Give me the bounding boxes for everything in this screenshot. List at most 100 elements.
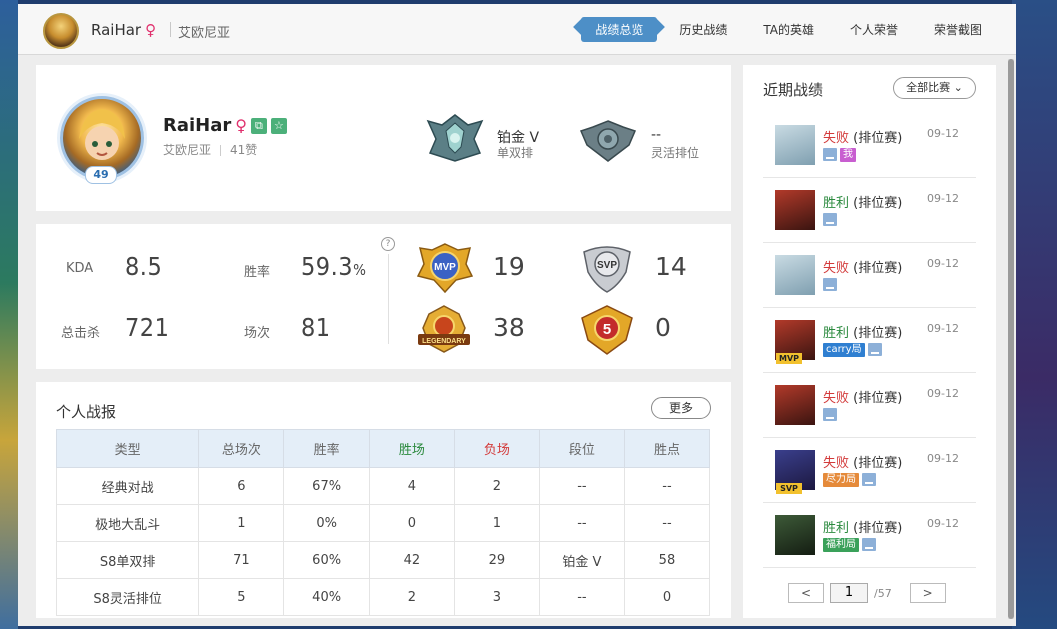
- svp-count: 14: [655, 252, 687, 281]
- match-tag: 福利局: [823, 538, 859, 552]
- report-panel: 个人战报 更多 类型 总场次 胜率 胜场 负场 段位 胜点 经典对战 6 67% 4 2…: [36, 382, 731, 618]
- unranked-icon: [579, 120, 637, 162]
- penta-count: 0: [655, 313, 671, 342]
- svp-badge-text: SVP: [597, 260, 617, 271]
- tab-overview[interactable]: 战绩总览: [581, 17, 658, 42]
- legendary-icon: LEGENDARY: [418, 305, 470, 353]
- table-row: S8单双排 71 60% 42 29 铂金 V 58: [55, 541, 711, 579]
- report-table: 类型 总场次 胜率 胜场 负场 段位 胜点 经典对战 6 67% 4 2 -- -- 极地大…: [55, 429, 711, 616]
- header-summoner-name: RaiHar ♀: [91, 21, 157, 39]
- match-result: 胜利 (排位赛): [823, 322, 902, 341]
- match-tags: 尽力局: [823, 473, 876, 487]
- match-tags: [823, 213, 837, 226]
- match-tags: carry局: [823, 343, 882, 357]
- match-filter-dropdown[interactable]: 全部比赛 ⌄: [893, 77, 976, 99]
- col-type: 类型: [55, 429, 200, 468]
- tab-heroes[interactable]: TA的英雄: [749, 17, 828, 42]
- main-window: RaiHar ♀ 艾欧尼亚 战绩总览 历史战绩 TA的英雄 个人荣誉 荣誉截图 4…: [18, 4, 1016, 626]
- tab-honor-screenshots[interactable]: 荣誉截图: [920, 17, 996, 42]
- result-text: 失败: [823, 131, 850, 146]
- list-item[interactable]: 失败 (排位赛) 09-12 尽力局 SVP: [763, 438, 976, 503]
- list-item[interactable]: 胜利 (排位赛) 09-12 carry局 MVP: [763, 308, 976, 373]
- winrate-value: 59.3%: [301, 252, 367, 281]
- female-icon: ♀: [145, 21, 157, 39]
- divider: [170, 22, 171, 37]
- flex-rank: --: [651, 127, 662, 143]
- result-text: 失败: [823, 391, 850, 406]
- result-text: 失败: [823, 456, 850, 471]
- kda-value: 8.5: [125, 252, 163, 281]
- winrate-label: 胜率: [244, 265, 271, 280]
- image-icon[interactable]: [862, 473, 876, 486]
- list-item[interactable]: 胜利 (排位赛) 09-12: [763, 178, 976, 243]
- list-item[interactable]: 失败 (排位赛) 09-12: [763, 373, 976, 438]
- col-lp: 胜点: [623, 429, 711, 468]
- legendary-badge-text: LEGENDARY: [422, 338, 466, 345]
- penta-badge-text: 5: [603, 321, 611, 338]
- avatar[interactable]: [43, 13, 79, 49]
- image-icon[interactable]: [867, 343, 882, 356]
- stats-panel: KDA 8.5 胜率 59.3% ? 总击杀 721 场次 81 MVP 19 …: [36, 224, 731, 369]
- col-total: 总场次: [198, 429, 285, 468]
- match-result: 失败 (排位赛): [823, 387, 902, 406]
- honor-badge: SVP: [776, 483, 802, 494]
- image-icon[interactable]: [862, 538, 876, 551]
- mode-text: (排位赛): [853, 326, 903, 341]
- match-tags: [823, 278, 837, 291]
- games-label: 场次: [244, 326, 271, 341]
- background-left: [0, 0, 18, 629]
- result-text: 胜利: [823, 196, 850, 211]
- games-value: 81: [301, 313, 331, 342]
- mode-text: (排位赛): [853, 196, 903, 211]
- mode-text: (排位赛): [853, 391, 903, 406]
- list-item[interactable]: 失败 (排位赛) 09-12 我: [763, 113, 976, 178]
- match-tags: 我: [823, 148, 856, 162]
- solo-rank-label: 单双排: [497, 146, 534, 160]
- star-icon[interactable]: ☆: [270, 118, 287, 134]
- legendary-count: 38: [493, 313, 525, 342]
- pagination: < 1 /57 >: [788, 583, 946, 603]
- tab-bar: 战绩总览 历史战绩 TA的英雄 个人荣誉 荣誉截图: [573, 17, 996, 42]
- chevron-down-icon: ⌄: [953, 81, 963, 94]
- list-item[interactable]: 胜利 (排位赛) 09-12 福利局: [763, 503, 976, 568]
- tab-honors[interactable]: 个人荣誉: [836, 17, 912, 42]
- header-region: 艾欧尼亚: [178, 26, 231, 41]
- recent-title: 近期战绩: [763, 81, 824, 99]
- next-page-button[interactable]: >: [909, 583, 946, 603]
- match-tag: carry局: [823, 343, 865, 357]
- mvp-count: 19: [493, 252, 525, 281]
- more-button[interactable]: 更多: [651, 397, 711, 419]
- result-text: 胜利: [823, 521, 850, 536]
- match-date: 09-12: [927, 127, 959, 140]
- col-losses: 负场: [453, 429, 540, 468]
- match-date: 09-12: [927, 257, 959, 270]
- profile-likes: 41赞: [230, 143, 258, 157]
- image-icon[interactable]: [823, 278, 837, 291]
- list-item[interactable]: 失败 (排位赛) 09-12: [763, 243, 976, 308]
- prev-page-button[interactable]: <: [788, 583, 824, 603]
- match-date: 09-12: [927, 322, 959, 335]
- image-icon[interactable]: [823, 408, 837, 421]
- champion-portrait-icon: [775, 385, 815, 425]
- match-date: 09-12: [927, 452, 959, 465]
- page-input[interactable]: 1: [830, 583, 868, 603]
- match-date: 09-12: [927, 192, 959, 205]
- profile-region: 艾欧尼亚: [163, 143, 212, 157]
- match-tag: 我: [840, 148, 856, 162]
- scrollbar-thumb[interactable]: [1008, 59, 1014, 619]
- result-text: 失败: [823, 261, 850, 276]
- tab-history[interactable]: 历史战绩: [665, 17, 741, 42]
- recent-matches-panel: 近期战绩 全部比赛 ⌄ 失败 (排位赛) 09-12 我胜利 (排位赛) 09-12 失…: [743, 65, 996, 618]
- match-tags: [823, 408, 837, 421]
- kills-label: 总击杀: [61, 326, 101, 341]
- match-date: 09-12: [927, 517, 959, 530]
- image-icon[interactable]: [823, 148, 837, 161]
- image-icon[interactable]: [823, 213, 837, 226]
- match-result: 失败 (排位赛): [823, 452, 902, 471]
- help-icon[interactable]: ?: [381, 237, 395, 251]
- divider: [388, 254, 389, 344]
- copy-icon[interactable]: ⧉: [250, 118, 267, 134]
- match-result: 失败 (排位赛): [823, 127, 902, 146]
- champion-portrait-icon: [775, 515, 815, 555]
- col-wins: 胜场: [368, 429, 455, 468]
